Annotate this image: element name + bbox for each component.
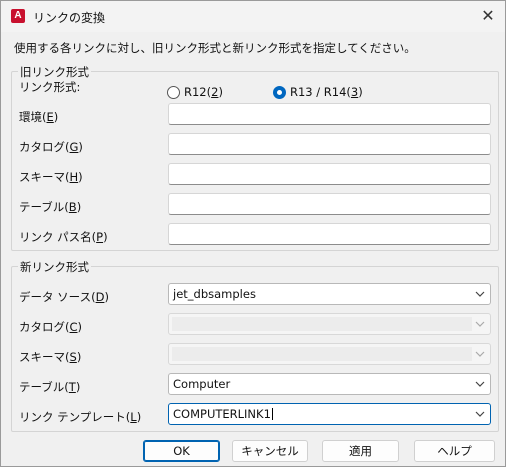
- close-icon[interactable]: ✕: [477, 5, 499, 27]
- radio-r13-label[interactable]: R13 / R14(3): [290, 85, 363, 99]
- datasource-combo[interactable]: jet_dbsamples: [168, 283, 491, 305]
- title-bar[interactable]: A リンクの変換 ✕: [1, 1, 505, 32]
- link-template-label: リンク テンプレート(L): [19, 410, 142, 424]
- instruction-text: 使用する各リンクに対し、旧リンク形式と新リンク形式を指定してください。: [14, 41, 416, 55]
- old-catalog-input[interactable]: [168, 133, 491, 155]
- radio-r13-r14[interactable]: [273, 86, 286, 99]
- new-group-title: 新リンク形式: [18, 259, 91, 275]
- link-format-label: リンク形式:: [19, 80, 81, 94]
- new-schema-label: スキーマ(S): [19, 350, 82, 364]
- convert-links-dialog: A リンクの変換 ✕ 使用する各リンクに対し、旧リンク形式と新リンク形式を指定し…: [0, 0, 506, 467]
- old-schema-input[interactable]: [168, 163, 491, 185]
- chevron-down-icon: [475, 381, 485, 387]
- window-title: リンクの変換: [33, 11, 106, 25]
- new-table-value: Computer: [173, 377, 231, 391]
- datasource-value: jet_dbsamples: [173, 287, 256, 301]
- radio-r12[interactable]: [167, 86, 180, 99]
- new-table-combo[interactable]: Computer: [168, 373, 491, 395]
- datasource-label: データ ソース(D): [19, 290, 109, 304]
- chevron-down-icon: [475, 321, 485, 327]
- link-template-combo[interactable]: COMPUTERLINK1: [168, 403, 491, 425]
- old-table-label: テーブル(B): [19, 200, 82, 214]
- radio-r12-label[interactable]: R12(2): [184, 85, 223, 99]
- old-schema-label: スキーマ(H): [19, 170, 83, 184]
- new-table-label: テーブル(T): [19, 380, 81, 394]
- link-template-value[interactable]: COMPUTERLINK1: [173, 407, 273, 421]
- old-table-input[interactable]: [168, 193, 491, 215]
- old-group-title: 旧リンク形式: [18, 64, 91, 80]
- env-input[interactable]: [168, 103, 491, 125]
- apply-button[interactable]: 適用: [322, 440, 399, 462]
- new-catalog-combo[interactable]: [168, 313, 491, 335]
- chevron-down-icon: [475, 411, 485, 417]
- env-label: 環境(E): [19, 110, 59, 124]
- new-schema-combo[interactable]: [168, 343, 491, 365]
- link-path-label: リンク パス名(P): [19, 230, 108, 244]
- cancel-button[interactable]: キャンセル: [232, 440, 308, 462]
- chevron-down-icon: [475, 351, 485, 357]
- help-button[interactable]: ヘルプ: [414, 440, 495, 462]
- autocad-app-icon: A: [11, 9, 25, 23]
- new-catalog-label: カタログ(C): [19, 320, 83, 334]
- link-path-input[interactable]: [168, 223, 491, 245]
- chevron-down-icon: [475, 291, 485, 297]
- old-catalog-label: カタログ(G): [19, 140, 83, 154]
- ok-button[interactable]: OK: [143, 440, 220, 462]
